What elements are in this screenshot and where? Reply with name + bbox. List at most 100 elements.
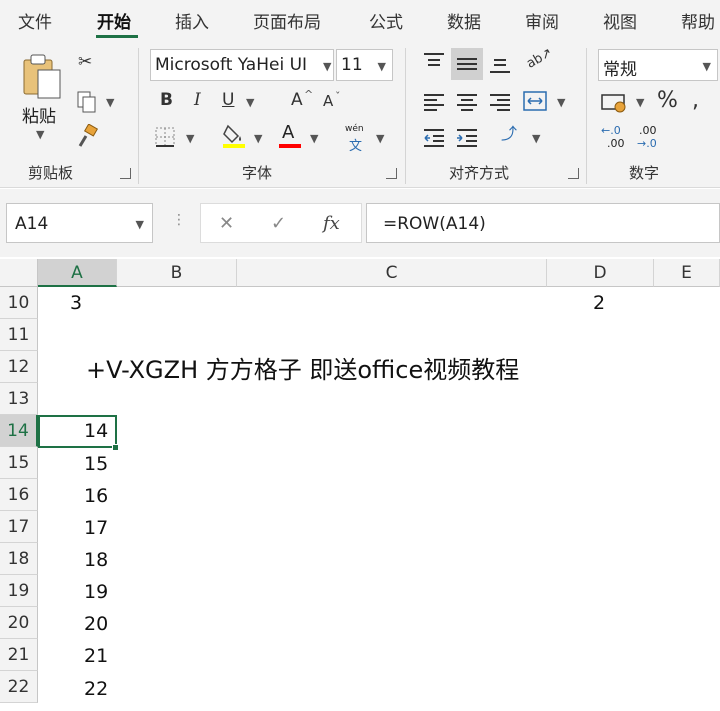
decrease-decimal-button[interactable]: .00 →.0 <box>637 124 667 152</box>
number-format-value: 常规 <box>603 60 637 80</box>
underline-button[interactable]: U <box>222 92 234 109</box>
row-header-19[interactable]: 19 <box>0 575 38 607</box>
align-center-icon[interactable] <box>456 92 478 112</box>
align-left-icon[interactable] <box>423 92 445 112</box>
divider <box>586 48 587 184</box>
cell-a18[interactable]: 18 <box>84 549 108 571</box>
cell-a20[interactable]: 20 <box>84 613 108 635</box>
insert-function-button[interactable]: fx <box>323 213 340 234</box>
text-direction-icon[interactable]: ⤴ <box>501 126 517 142</box>
accounting-format-icon[interactable] <box>601 92 627 114</box>
align-top-icon[interactable] <box>423 52 445 72</box>
tab-file[interactable]: 文件 <box>18 8 52 33</box>
tab-view[interactable]: 视图 <box>603 8 637 33</box>
cell-a22[interactable]: 22 <box>84 678 108 700</box>
increase-indent-icon[interactable] <box>456 128 478 148</box>
row-header-21[interactable]: 21 <box>0 639 38 671</box>
tab-home[interactable]: 开始 <box>97 8 131 33</box>
enter-button[interactable]: ✓ <box>271 213 286 234</box>
chevron-down-icon[interactable]: ▼ <box>532 132 540 145</box>
tab-review[interactable]: 审阅 <box>525 8 559 33</box>
cancel-button[interactable]: ✕ <box>219 213 234 234</box>
row-header-16[interactable]: 16 <box>0 479 38 511</box>
chevron-down-icon[interactable]: ▼ <box>186 132 194 145</box>
orientation-icon[interactable]: ab↗ <box>524 45 555 72</box>
row-header-22[interactable]: 22 <box>0 671 38 703</box>
chevron-down-icon[interactable]: ▼ <box>246 96 254 109</box>
row-header-10[interactable]: 10 <box>0 287 38 319</box>
merge-center-icon[interactable] <box>523 90 547 112</box>
cell-d10[interactable]: 2 <box>593 292 605 314</box>
decrease-indent-icon[interactable] <box>423 128 445 148</box>
cell-a19[interactable]: 19 <box>84 581 108 603</box>
cell-a21[interactable]: 21 <box>84 645 108 667</box>
decrease-font-button[interactable]: A <box>323 94 333 109</box>
tab-page-layout[interactable]: 页面布局 <box>253 8 321 33</box>
formula-input[interactable]: =ROW(A14) <box>366 203 720 243</box>
select-all-corner[interactable] <box>0 259 38 287</box>
tab-help[interactable]: 帮助 <box>681 8 715 33</box>
font-name-combo[interactable]: Microsoft YaHei UI <box>150 49 334 81</box>
column-header-c[interactable]: C <box>237 259 547 287</box>
cell-a15[interactable]: 15 <box>84 453 108 475</box>
chevron-down-icon[interactable]: ▼ <box>310 132 318 145</box>
align-bottom-icon[interactable] <box>489 54 511 74</box>
font-size-combo[interactable]: 11 ▼ <box>336 49 393 81</box>
chevron-down-icon[interactable]: ▼ <box>557 96 565 109</box>
font-launcher[interactable] <box>386 168 397 179</box>
row-header-15[interactable]: 15 <box>0 447 38 479</box>
cell-a14[interactable]: 14 <box>84 420 108 442</box>
borders-icon[interactable] <box>154 126 176 148</box>
clipboard-launcher[interactable] <box>120 168 131 179</box>
active-tab-indicator <box>96 35 138 38</box>
chevron-down-icon[interactable]: ▼ <box>376 132 384 145</box>
paste-button[interactable]: 粘贴 ▼ <box>16 52 68 152</box>
column-header-a[interactable]: A <box>38 259 117 287</box>
column-header-d[interactable]: D <box>547 259 654 287</box>
row-header-12[interactable]: 12 <box>0 351 38 383</box>
cell-a10[interactable]: 3 <box>70 292 82 314</box>
chevron-down-icon[interactable]: ▼ <box>106 96 114 109</box>
font-color-button[interactable]: A <box>279 122 301 148</box>
comma-style-icon[interactable]: , <box>692 90 699 112</box>
cell-a16[interactable]: 16 <box>84 485 108 507</box>
fill-color-icon[interactable] <box>222 122 246 148</box>
chevron-down-icon: ▼ <box>36 128 45 141</box>
cell-a17[interactable]: 17 <box>84 517 108 539</box>
column-header-b[interactable]: B <box>117 259 237 287</box>
italic-button[interactable]: I <box>194 92 201 109</box>
number-group-label: 数字 <box>629 164 660 182</box>
font-name-value: Microsoft YaHei UI <box>155 55 308 75</box>
alignment-launcher[interactable] <box>568 168 579 179</box>
tab-data[interactable]: 数据 <box>447 8 481 33</box>
increase-font-button[interactable]: A <box>291 92 303 109</box>
name-box[interactable]: A14 ▼ <box>6 203 153 243</box>
chevron-down-icon: ▼ <box>702 60 711 73</box>
row-header-13[interactable]: 13 <box>0 383 38 415</box>
copy-icon[interactable] <box>76 90 98 114</box>
row-header-20[interactable]: 20 <box>0 607 38 639</box>
number-format-combo[interactable]: 常规 ▼ <box>598 49 718 81</box>
cut-icon[interactable]: ✂ <box>78 54 92 71</box>
tab-formulas[interactable]: 公式 <box>369 8 403 33</box>
percent-button[interactable]: % <box>657 90 678 112</box>
tab-insert[interactable]: 插入 <box>175 8 209 33</box>
phonetic-guide-button[interactable]: wén 文 <box>343 124 369 154</box>
row-header-17[interactable]: 17 <box>0 511 38 543</box>
formula-buttons: ✕ ✓ fx <box>200 203 362 243</box>
bold-button[interactable]: B <box>160 92 173 109</box>
cell-a12-note[interactable]: +V-XGZH 方方格子 即送office视频教程 <box>86 350 519 385</box>
chevron-down-icon[interactable]: ▼ <box>636 96 644 109</box>
chevron-down-icon[interactable]: ▼ <box>321 60 332 73</box>
align-right-icon[interactable] <box>489 92 511 112</box>
row-header-18[interactable]: 18 <box>0 543 38 575</box>
increase-decimal-button[interactable]: ←.0 .00 <box>601 124 631 152</box>
chevron-down-icon[interactable]: ▼ <box>254 132 262 145</box>
fill-handle[interactable] <box>112 444 119 451</box>
row-header-14[interactable]: 14 <box>0 415 38 447</box>
format-painter-icon[interactable] <box>76 124 100 148</box>
more-icon[interactable]: ⋮ <box>172 212 186 228</box>
column-header-e[interactable]: E <box>654 259 720 287</box>
row-header-11[interactable]: 11 <box>0 319 38 351</box>
decrease-decimal-top: .00 <box>639 124 657 137</box>
